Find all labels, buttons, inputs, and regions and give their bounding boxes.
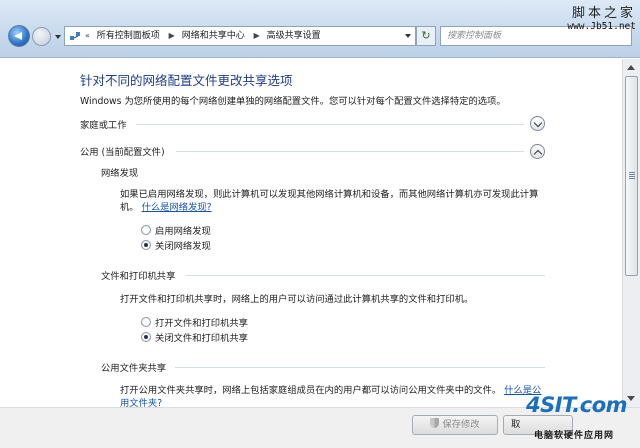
chevron-right-icon[interactable]: ▶ <box>169 31 175 40</box>
logo-watermark: 4SIT.com 电脑软硬件应用网 <box>520 393 638 445</box>
divider <box>136 124 524 125</box>
radio-label: 关闭网络发现 <box>155 241 211 252</box>
save-label: 保存修改 <box>442 419 480 430</box>
divider <box>175 367 545 368</box>
radio-button-selected[interactable] <box>141 240 151 250</box>
refresh-button[interactable]: ↻ <box>416 26 436 46</box>
public-folder-description: 打开公用文件夹共享时，网络上包括家庭组成员在内的用户都可以访问公用文件夹中的文件… <box>120 385 502 396</box>
logo-brand: 4SIT.com <box>526 393 628 417</box>
network-discovery-text: 如果已启用网络发现，则此计算机可以发现其他网络计算机和设备，而其他网络计算机亦可… <box>120 188 550 214</box>
expand-home-work-button[interactable] <box>530 116 545 131</box>
section-heading-public-folder-sharing: 公用文件夹共享 <box>101 363 167 374</box>
section-heading-network-discovery: 网络发现 <box>101 168 139 179</box>
radio-label: 打开文件和打印机共享 <box>155 318 248 329</box>
radio-disable-file-printer-sharing[interactable]: 关闭文件和打印机共享 <box>141 332 248 345</box>
back-button[interactable] <box>8 25 30 47</box>
watermark-url: www.Jb51.net <box>567 21 636 32</box>
collapse-public-button[interactable] <box>530 144 545 159</box>
radio-enable-network-discovery[interactable]: 启用网络发现 <box>141 225 211 238</box>
address-bar[interactable]: « 所有控制面板项 ▶ 网络和共享中心 ▶ 高级共享设置 <box>64 26 416 46</box>
profile-header-home-work[interactable]: 家庭或工作 <box>80 117 127 131</box>
breadcrumb-item[interactable]: 高级共享设置 <box>267 31 321 41</box>
breadcrumb-item[interactable]: 所有控制面板项 <box>97 31 160 41</box>
what-is-network-discovery-link[interactable]: 什么是网络发现? <box>142 202 212 213</box>
radio-button-selected[interactable] <box>141 332 151 342</box>
scroll-up-arrow-icon[interactable] <box>627 65 635 70</box>
network-icon <box>70 32 80 40</box>
radio-label: 关闭文件和打印机共享 <box>155 333 248 344</box>
save-changes-button[interactable]: 保存修改 <box>412 415 498 435</box>
cancel-label: 取 <box>511 419 521 430</box>
page-title: 针对不同的网络配置文件更改共享选项 <box>80 73 293 88</box>
file-printer-sharing-text: 打开文件和打印机共享时，网络上的用户可以访问通过此计算机共享的文件和打印机。 <box>120 294 474 305</box>
navigation-bar: « 所有控制面板项 ▶ 网络和共享中心 ▶ 高级共享设置 ↻ 搜索控制面板 脚本… <box>0 0 640 58</box>
profile-header-public[interactable]: 公用 (当前配置文件) <box>80 144 165 158</box>
radio-button[interactable] <box>141 317 151 327</box>
forward-button[interactable] <box>32 27 51 46</box>
radio-disable-network-discovery[interactable]: 关闭网络发现 <box>141 240 211 253</box>
chevron-right-icon[interactable]: ▶ <box>254 31 260 40</box>
divider <box>186 275 545 276</box>
watermark: 脚本之家 www.Jb51.net <box>567 2 636 32</box>
public-folder-sharing-text: 打开公用文件夹共享时，网络上包括家庭组成员在内的用户都可以访问公用文件夹中的文件… <box>120 384 550 407</box>
radio-button[interactable] <box>141 225 151 235</box>
radio-label: 启用网络发现 <box>155 226 211 237</box>
radio-enable-file-printer-sharing[interactable]: 打开文件和打印机共享 <box>141 317 248 330</box>
page-description: Windows 为您所使用的每个网络创建单独的网络配置文件。您可以针对每个配置文… <box>80 96 506 107</box>
breadcrumb: « 所有控制面板项 ▶ 网络和共享中心 ▶ 高级共享设置 <box>83 27 325 45</box>
scrollbar-thumb[interactable] <box>625 76 638 276</box>
settings-panel: 针对不同的网络配置文件更改共享选项 Windows 为您所使用的每个网络创建单独… <box>0 59 622 407</box>
watermark-text: 脚本之家 <box>571 6 636 21</box>
vertical-scrollbar[interactable] <box>622 59 640 407</box>
search-placeholder: 搜索控制面板 <box>447 31 502 41</box>
recent-pages-dropdown-icon[interactable] <box>55 35 61 39</box>
shield-icon <box>430 418 440 428</box>
section-heading-file-printer-sharing: 文件和打印机共享 <box>101 271 176 282</box>
grip-icon <box>629 172 635 179</box>
breadcrumb-item[interactable]: 网络和共享中心 <box>182 31 245 41</box>
address-dropdown-icon[interactable] <box>405 34 411 38</box>
breadcrumb-overflow-icon[interactable]: « <box>85 31 90 40</box>
divider <box>176 151 524 152</box>
logo-subtitle: 电脑软硬件应用网 <box>534 431 615 441</box>
